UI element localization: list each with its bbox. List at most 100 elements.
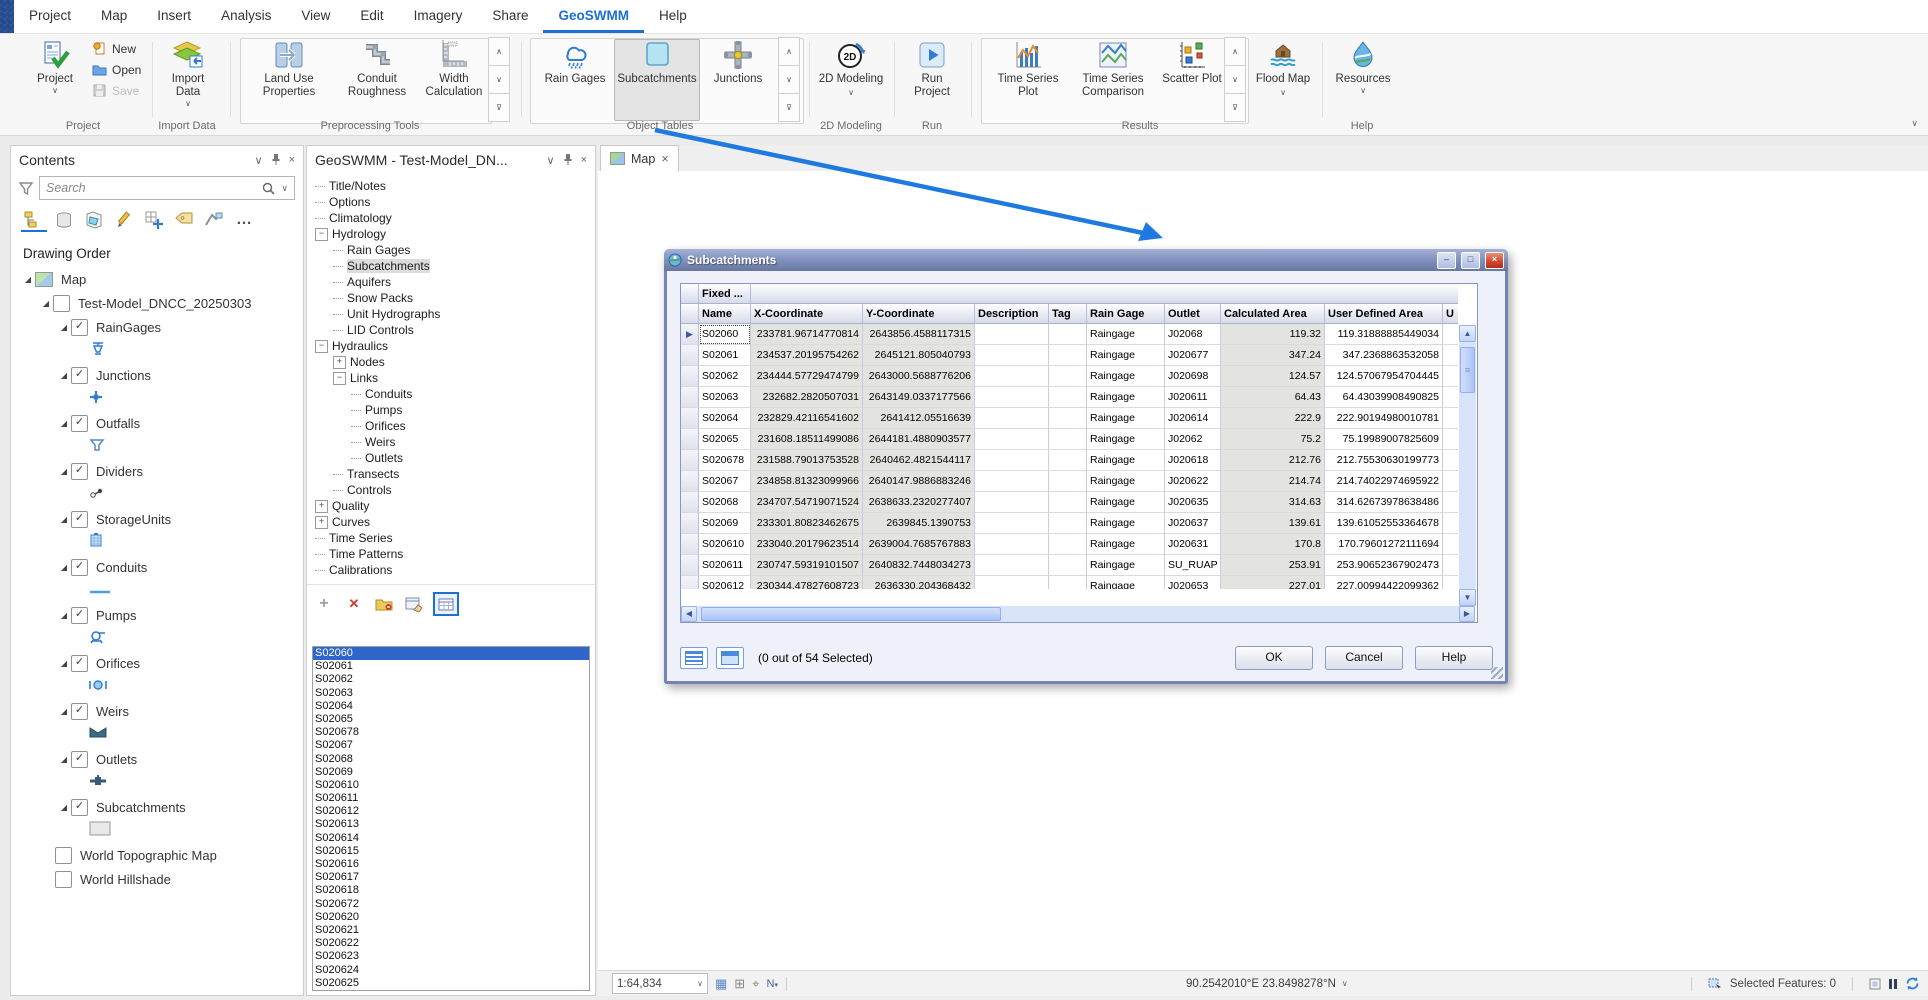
cell[interactable] bbox=[1049, 492, 1087, 513]
scroll-up-icon[interactable]: ∧ bbox=[778, 37, 800, 66]
search-input[interactable]: Search ∨ bbox=[39, 176, 295, 200]
model-tree-item-lid-controls[interactable]: LID Controls bbox=[307, 322, 595, 338]
layer-checkbox[interactable] bbox=[55, 847, 72, 864]
table-row[interactable]: S020611230747.593191015072640832.7448034… bbox=[681, 555, 1458, 576]
row-selector-cell[interactable] bbox=[681, 366, 699, 387]
cell[interactable]: Raingage bbox=[1087, 345, 1165, 366]
list-item[interactable]: S02061 bbox=[313, 660, 589, 673]
table-row[interactable]: S02068234707.547190715242638633.23202774… bbox=[681, 492, 1458, 513]
pump-symbol[interactable] bbox=[89, 630, 107, 649]
cell[interactable]: Raingage bbox=[1087, 555, 1165, 576]
model-tree-item-hydraulics[interactable]: −Hydraulics bbox=[307, 338, 595, 354]
cell[interactable]: Raingage bbox=[1087, 429, 1165, 450]
expander-icon[interactable]: ◢ bbox=[21, 275, 35, 284]
cell[interactable] bbox=[975, 513, 1049, 534]
row-selector-cell[interactable] bbox=[681, 387, 699, 408]
layer-checkbox[interactable]: ✓ bbox=[71, 751, 88, 768]
cell[interactable]: J020618 bbox=[1165, 450, 1221, 471]
cell[interactable] bbox=[1049, 576, 1087, 589]
column-header-x-coordinate[interactable]: X-Coordinate bbox=[751, 304, 863, 324]
junction-symbol[interactable] bbox=[89, 390, 103, 409]
cell[interactable]: 232829.42116541602 bbox=[751, 408, 863, 429]
cell[interactable]: Raingage bbox=[1087, 513, 1165, 534]
list-item[interactable]: S02067 bbox=[313, 739, 589, 752]
cell[interactable]: 234444.57729474799 bbox=[751, 366, 863, 387]
cell[interactable]: 234858.81323099966 bbox=[751, 471, 863, 492]
save-button[interactable]: Save bbox=[92, 83, 141, 98]
ok-button[interactable]: OK bbox=[1235, 646, 1313, 670]
filter-icon[interactable] bbox=[19, 181, 33, 195]
tree-item-orifices[interactable]: ◢✓Orifices bbox=[11, 651, 303, 675]
scroll-up-icon[interactable]: ∧ bbox=[1224, 37, 1246, 66]
layer-checkbox[interactable] bbox=[53, 295, 70, 312]
row-selector-cell[interactable] bbox=[681, 576, 699, 589]
list-item[interactable]: S02064 bbox=[313, 700, 589, 713]
model-tree-item-time-series[interactable]: Time Series bbox=[307, 530, 595, 546]
model-tree-item-weirs[interactable]: Weirs bbox=[307, 434, 595, 450]
list-item[interactable]: S020626 bbox=[313, 990, 589, 991]
cell[interactable]: S02064 bbox=[699, 408, 751, 429]
cell[interactable] bbox=[1049, 366, 1087, 387]
scroll-down-icon[interactable]: ∨ bbox=[1224, 65, 1246, 94]
cell[interactable]: S02069 bbox=[699, 513, 751, 534]
cell[interactable] bbox=[975, 408, 1049, 429]
model-tree-item-title-notes[interactable]: Title/Notes bbox=[307, 178, 595, 194]
model-tree-item-nodes[interactable]: +Nodes bbox=[307, 354, 595, 370]
cell[interactable] bbox=[1049, 387, 1087, 408]
table-row[interactable]: S02061234537.201957542622645121.80504079… bbox=[681, 345, 1458, 366]
cell[interactable]: 170.8 bbox=[1221, 534, 1325, 555]
cell[interactable] bbox=[1443, 471, 1458, 492]
tree-item-subcatchments[interactable]: ◢✓Subcatchments bbox=[11, 795, 303, 819]
cell[interactable]: 230747.59319101507 bbox=[751, 555, 863, 576]
close-icon[interactable]: × bbox=[581, 154, 587, 166]
cell[interactable]: 139.61052553364678 bbox=[1325, 513, 1443, 534]
cell[interactable]: Raingage bbox=[1087, 492, 1165, 513]
cell[interactable] bbox=[1443, 345, 1458, 366]
model-tree-item-climatology[interactable]: Climatology bbox=[307, 210, 595, 226]
cell[interactable]: 234707.54719071524 bbox=[751, 492, 863, 513]
cell[interactable]: 2641412.05516639 bbox=[863, 408, 975, 429]
cell[interactable] bbox=[1049, 513, 1087, 534]
grid-view-icon[interactable]: ▦ bbox=[715, 976, 727, 992]
expand-icon[interactable]: + bbox=[315, 500, 328, 513]
table-row[interactable]: S020678231588.790137535282640462.4821544… bbox=[681, 450, 1458, 471]
outlet-symbol[interactable] bbox=[89, 774, 107, 792]
edit-properties-icon[interactable] bbox=[403, 594, 425, 614]
cell[interactable]: J020614 bbox=[1165, 408, 1221, 429]
cell[interactable]: 253.90652367902473 bbox=[1325, 555, 1443, 576]
cell[interactable]: 2640462.4821544117 bbox=[863, 450, 975, 471]
list-item[interactable]: S020621 bbox=[313, 924, 589, 937]
cancel-button[interactable]: Cancel bbox=[1325, 646, 1403, 670]
2d-modeling-button[interactable]: 2D 2D Modeling ∨ bbox=[817, 39, 885, 121]
model-tree-item-outlets[interactable]: Outlets bbox=[307, 450, 595, 466]
north-arrow-icon[interactable]: N▾ bbox=[767, 978, 778, 990]
list-item[interactable]: S020618 bbox=[313, 884, 589, 897]
cell[interactable]: 2644181.4880903577 bbox=[863, 429, 975, 450]
close-icon[interactable]: × bbox=[1485, 252, 1504, 269]
add-object-icon[interactable]: + bbox=[313, 594, 335, 614]
overlay-icon[interactable] bbox=[1869, 978, 1881, 990]
junctions-button[interactable]: Junctions bbox=[700, 39, 776, 121]
weir-symbol[interactable] bbox=[89, 726, 107, 744]
row-selector-cell[interactable] bbox=[681, 471, 699, 492]
cell[interactable]: J02068 bbox=[1165, 324, 1221, 345]
list-item[interactable]: S020620 bbox=[313, 911, 589, 924]
cell[interactable]: J020653 bbox=[1165, 576, 1221, 589]
expander-icon[interactable]: ◢ bbox=[57, 371, 71, 380]
cell[interactable]: 2640832.7448034273 bbox=[863, 555, 975, 576]
cell[interactable]: 119.32 bbox=[1221, 324, 1325, 345]
outfall-symbol[interactable] bbox=[89, 438, 105, 457]
collapse-icon[interactable]: − bbox=[315, 228, 328, 241]
expand-gallery-icon[interactable]: ⊽ bbox=[778, 93, 800, 122]
cell[interactable]: 222.90194980010781 bbox=[1325, 408, 1443, 429]
cell[interactable]: 227.01 bbox=[1221, 576, 1325, 589]
expander-icon[interactable]: ◢ bbox=[57, 707, 71, 716]
land-use-properties-button[interactable]: Land Use Properties bbox=[246, 39, 332, 121]
run-project-button[interactable]: Run Project bbox=[902, 39, 962, 121]
cell[interactable]: S020610 bbox=[699, 534, 751, 555]
cell[interactable]: Raingage bbox=[1087, 408, 1165, 429]
list-by-data-source-icon[interactable] bbox=[51, 208, 77, 232]
more-options-icon[interactable]: … bbox=[231, 208, 257, 232]
tree-item-test-model-dncc-20250303[interactable]: ◢Test-Model_DNCC_20250303 bbox=[11, 291, 303, 315]
layer-checkbox[interactable]: ✓ bbox=[71, 799, 88, 816]
